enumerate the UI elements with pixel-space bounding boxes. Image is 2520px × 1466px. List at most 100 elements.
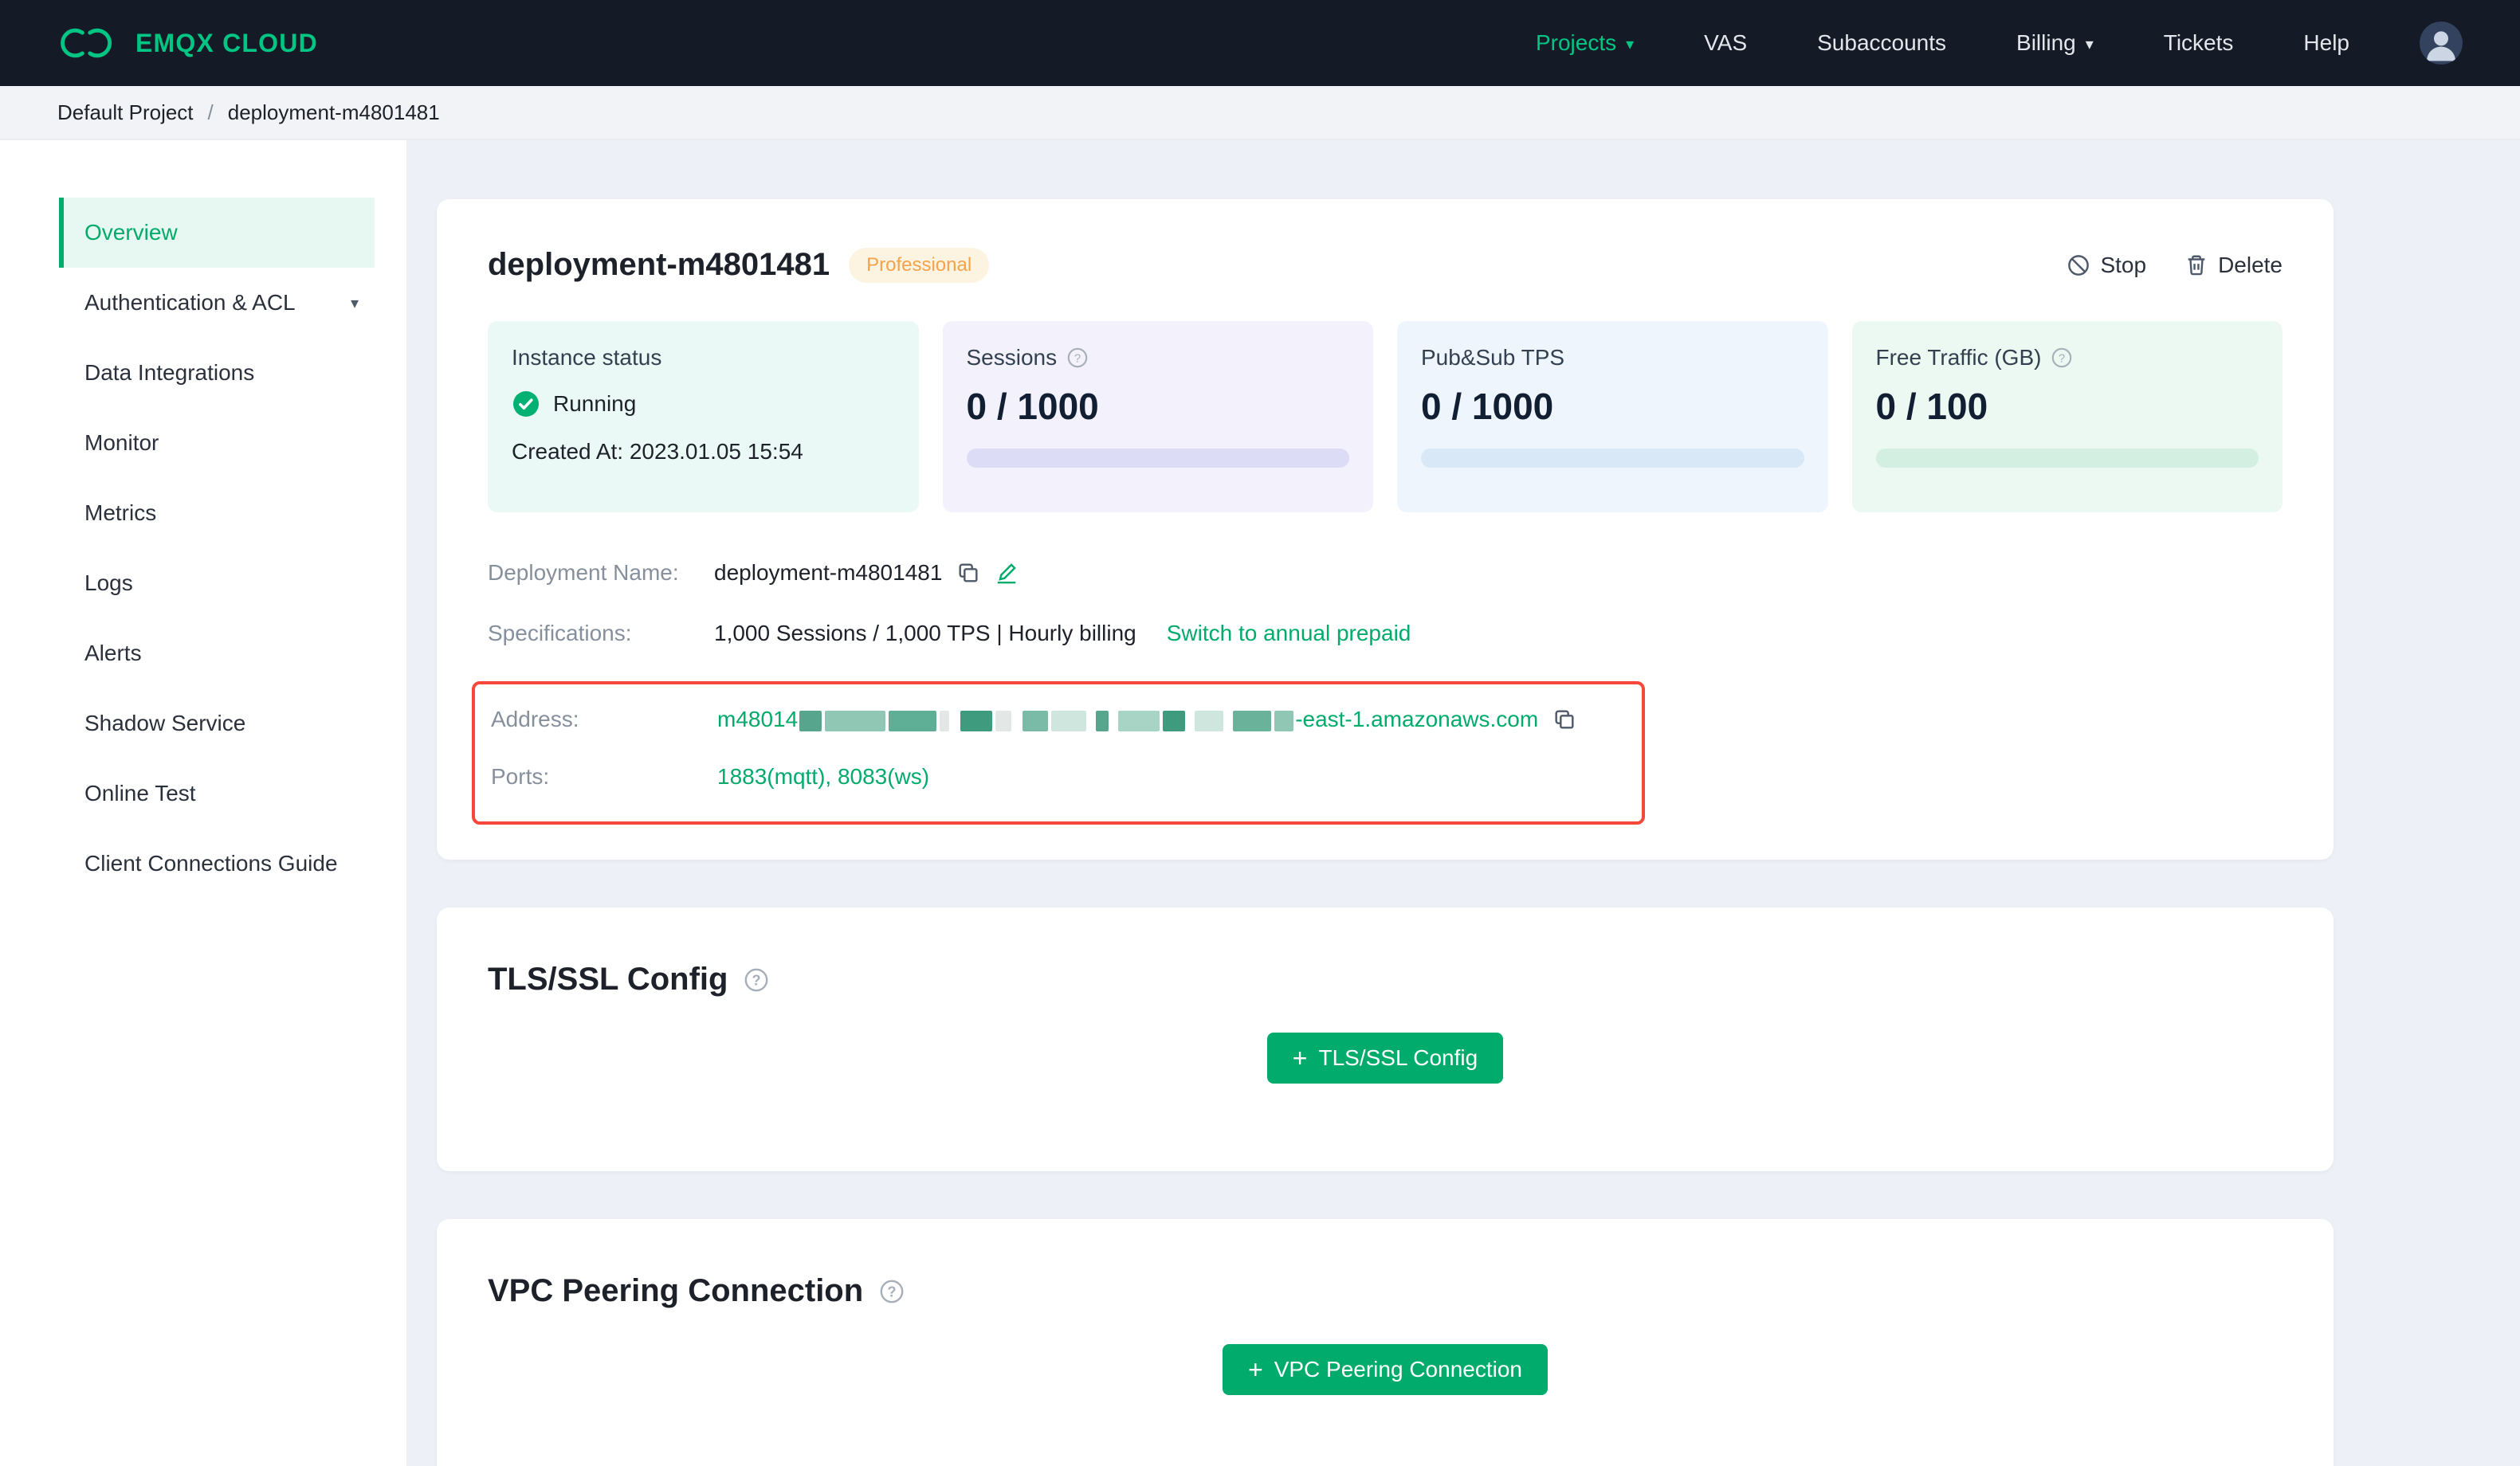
sidebar-item-label: Logs [84,570,133,595]
breadcrumb-project[interactable]: Default Project [57,100,194,125]
sidebar-item-client-connections-guide[interactable]: Client Connections Guide [59,829,375,899]
address-prefix: m48014 [717,707,799,731]
nav-tickets-label: Tickets [2163,30,2234,55]
user-avatar[interactable] [2420,22,2463,65]
sidebar-item-metrics[interactable]: Metrics [59,478,375,548]
avatar-icon [2420,22,2463,65]
redacted-block [1163,710,1186,731]
instance-status-box: Instance status Running Created At: 2023… [488,321,919,512]
redacted-block [799,710,822,731]
switch-annual-prepaid-link[interactable]: Switch to annual prepaid [1167,621,1411,646]
emqx-logo[interactable]: EMQX CLOUD [57,24,318,62]
specifications-label: Specifications: [488,621,632,645]
trash-icon [2188,255,2205,275]
status-badge: Running [553,391,637,416]
nav-item-projects[interactable]: Projects ▾ [1536,30,1634,56]
copy-icon[interactable] [1552,708,1576,731]
nav-menu: Projects ▾ VAS Subaccounts Billing ▾ Tic… [1536,22,2463,65]
svg-text:?: ? [2059,352,2065,365]
sidebar-item-shadow-service[interactable]: Shadow Service [59,688,375,758]
sidebar-item-online-test[interactable]: Online Test [59,758,375,829]
chevron-down-icon: ▾ [1626,36,1635,53]
svg-text:?: ? [1074,352,1081,365]
sidebar-item-monitor[interactable]: Monitor [59,408,375,478]
brand-name: EMQX CLOUD [135,28,318,57]
sidebar-item-data-integrations[interactable]: Data Integrations [59,338,375,408]
address-label: Address: [491,707,579,731]
instance-status-label: Instance status [512,345,662,370]
sidebar-item-label: Metrics [84,500,157,525]
sessions-label: Sessions [966,345,1058,370]
annotation-highlight-box: Address: m48014 -east-1.amazonaws.com Po… [472,681,1645,825]
add-tls-ssl-config-button[interactable]: + TLS/SSL Config [1266,1033,1504,1084]
deployment-name-value: deployment-m4801481 [714,560,943,585]
nav-vas-label: VAS [1704,30,1748,55]
tps-value: 0 / 1000 [1421,386,1554,427]
delete-button[interactable]: Delete [2184,253,2283,278]
specifications-value: 1,000 Sessions / 1,000 TPS | Hourly bill… [714,621,1136,645]
sidebar-item-alerts[interactable]: Alerts [59,618,375,688]
sidebar-item-label: Authentication & ACL [84,290,296,315]
help-icon[interactable]: ? [744,967,769,993]
nav-help-label: Help [2303,30,2349,55]
copy-icon[interactable] [956,561,980,585]
nav-subaccounts-label: Subaccounts [1817,30,1947,55]
sidebar-item-authentication-acl[interactable]: Authentication & ACL ▾ [59,268,375,338]
sidebar-item-overview[interactable]: Overview [59,198,375,268]
address-value: m48014 -east-1.amazonaws.com [717,707,1538,732]
deployment-overview-card: deployment-m4801481 Professional Stop De… [437,199,2334,860]
tps-progressbar [1421,449,1804,468]
nav-billing-label: Billing [2016,30,2076,55]
sidebar-item-logs[interactable]: Logs [59,548,375,618]
redacted-block [960,710,993,731]
stop-button[interactable]: Stop [2067,253,2146,278]
redacted-block [995,710,1012,731]
help-icon[interactable]: ? [1066,347,1089,369]
vpc-button-label: VPC Peering Connection [1274,1357,1522,1382]
top-navbar: EMQX CLOUD Projects ▾ VAS Subaccounts Bi… [0,0,2520,86]
nav-item-vas[interactable]: VAS [1704,30,1747,56]
svg-text:?: ? [888,1284,897,1299]
tls-ssl-config-card: TLS/SSL Config ? + TLS/SSL Config [437,907,2334,1171]
breadcrumb-separator: / [207,100,214,124]
sessions-value: 0 / 1000 [966,386,1099,427]
free-traffic-box: Free Traffic (GB) ? 0 / 100 [1851,321,2283,512]
pubsub-tps-box: Pub&Sub TPS 0 / 1000 [1397,321,1828,512]
nav-item-tickets[interactable]: Tickets [2164,30,2234,56]
traffic-value: 0 / 100 [1875,386,1988,427]
redacted-block [1233,710,1272,731]
deployment-name-label: Deployment Name: [488,560,679,585]
sidebar-item-label: Monitor [84,430,159,455]
svg-text:?: ? [752,972,761,988]
add-vpc-peering-button[interactable]: + VPC Peering Connection [1223,1344,1548,1395]
traffic-label: Free Traffic (GB) [1875,345,2042,370]
sidebar-item-label: Online Test [84,781,196,806]
nav-item-subaccounts[interactable]: Subaccounts [1817,30,1946,56]
nav-item-billing[interactable]: Billing ▾ [2016,30,2094,56]
tls-section-title: TLS/SSL Config [488,962,728,997]
stop-icon [2068,254,2090,276]
vpc-section-title: VPC Peering Connection [488,1273,864,1308]
sidebar-item-label: Overview [84,220,178,245]
sidebar: Overview Authentication & ACL ▾ Data Int… [0,140,406,1466]
plan-badge: Professional [849,247,990,283]
address-suffix: -east-1.amazonaws.com [1295,707,1539,731]
sidebar-item-label: Data Integrations [84,360,255,385]
check-circle-icon [513,391,539,417]
sessions-box: Sessions ? 0 / 1000 [942,321,1373,512]
breadcrumb: Default Project / deployment-m4801481 [0,86,2520,140]
redacted-block [1051,710,1087,731]
redacted-block [1023,710,1049,731]
sidebar-item-label: Alerts [84,641,142,665]
sessions-progressbar [966,449,1349,468]
tps-label: Pub&Sub TPS [1421,345,1565,370]
nav-item-help[interactable]: Help [2303,30,2349,56]
vpc-peering-card: VPC Peering Connection ? + VPC Peering C… [437,1219,2334,1466]
help-icon[interactable]: ? [2051,347,2073,369]
nav-projects-label: Projects [1535,30,1617,55]
edit-icon[interactable] [995,561,1019,585]
plus-icon: + [1292,1044,1308,1072]
main-content: deployment-m4801481 Professional Stop De… [406,140,2520,1466]
help-icon[interactable]: ? [879,1279,905,1304]
sidebar-item-label: Client Connections Guide [84,851,338,876]
